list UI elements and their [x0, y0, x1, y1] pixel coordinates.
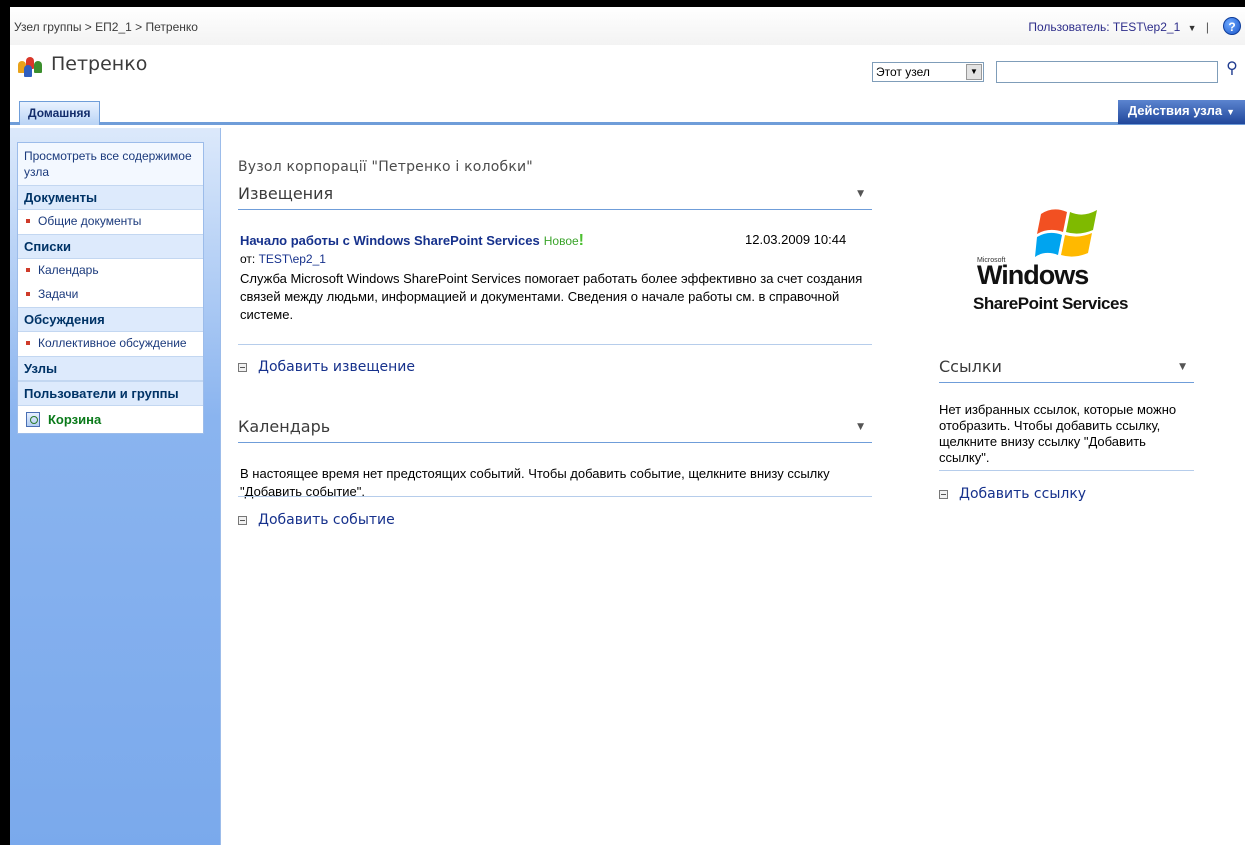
- new-indicator-icon: !: [578, 232, 584, 249]
- announcement-title-link[interactable]: Начало работы с Windows SharePoint Servi…: [240, 233, 540, 248]
- webpart-menu-icon[interactable]: ▼: [857, 422, 864, 432]
- recycle-bin-link[interactable]: Корзина: [18, 406, 203, 433]
- user-label[interactable]: Пользователь: TEST\ep2_1: [1028, 20, 1180, 34]
- quick-launch: Просмотреть все содержимое узла Документ…: [17, 142, 204, 434]
- divider: |: [1205, 20, 1209, 34]
- breadcrumb: Узел группы > ЕП2_1 > Петренко: [14, 20, 198, 34]
- search-scope-select[interactable]: Этот узел ▼: [872, 62, 984, 82]
- add-item-icon: [238, 362, 247, 372]
- windows-wordmark: Windows: [977, 260, 1089, 290]
- recycle-bin-label[interactable]: Корзина: [48, 412, 101, 427]
- site-actions-label[interactable]: Действия узла: [1128, 103, 1222, 118]
- new-badge-label: Новое: [543, 234, 579, 248]
- help-icon[interactable]: ?: [1223, 17, 1241, 35]
- announcements-webpart-header: Извещения ▼: [238, 184, 872, 210]
- author-label: от:: [240, 252, 259, 266]
- webpart-menu-icon[interactable]: ▼: [1179, 362, 1186, 372]
- ql-item-label[interactable]: Календарь: [38, 263, 99, 277]
- divider: [238, 344, 872, 345]
- bullet-icon: [26, 219, 30, 223]
- ql-item-tasks[interactable]: Задачи: [18, 283, 203, 307]
- ql-item-team-discussion[interactable]: Коллективное обсуждение: [18, 332, 203, 356]
- people-icon: [18, 55, 42, 77]
- ql-header-sites[interactable]: Узлы: [18, 356, 203, 381]
- windows-flag-icon: [1035, 209, 1097, 257]
- ql-item-label[interactable]: Коллективное обсуждение: [38, 336, 187, 350]
- announcements-title[interactable]: Извещения: [238, 184, 333, 203]
- bullet-icon: [26, 268, 30, 272]
- breadcrumb-link-ep2-1[interactable]: ЕП2_1: [95, 20, 132, 34]
- ql-header-lists[interactable]: Списки: [18, 234, 203, 259]
- top-bar: Узел группы > ЕП2_1 > Петренко Пользоват…: [10, 7, 1245, 45]
- view-all-site-content-link[interactable]: Просмотреть все содержимое узла: [18, 143, 203, 186]
- bullet-icon: [26, 292, 30, 296]
- left-navigation-pane: Просмотреть все содержимое узла Документ…: [10, 128, 220, 845]
- announcement-author: от: TEST\ep2_1: [240, 252, 326, 266]
- breadcrumb-link-group-site[interactable]: Узел группы: [14, 20, 81, 34]
- site-title[interactable]: Петренко: [51, 53, 147, 75]
- search-icon[interactable]: ⚲: [1221, 59, 1243, 81]
- title-row: Петренко Этот узел ▼ ⚲: [10, 47, 1245, 87]
- new-badge: Новое!: [543, 232, 584, 249]
- breadcrumb-current[interactable]: Петренко: [146, 20, 198, 34]
- calendar-title-bar: Календарь ▼: [238, 417, 872, 443]
- chevron-down-icon[interactable]: ▼: [1226, 107, 1235, 117]
- search-input[interactable]: [996, 61, 1218, 83]
- tab-bar: Домашняя Действия узла ▼: [10, 99, 1245, 125]
- calendar-title[interactable]: Календарь: [238, 417, 330, 436]
- chevron-down-icon[interactable]: ▼: [1188, 23, 1197, 33]
- ql-header-documents[interactable]: Документы: [18, 186, 203, 210]
- windows-sharepoint-services-logo: Microsoft Windows SharePoint Services: [965, 202, 1175, 317]
- links-webpart-header: Ссылки ▼: [939, 357, 1194, 383]
- ql-item-shared-documents[interactable]: Общие документы: [18, 210, 203, 234]
- breadcrumb-separator: >: [131, 20, 146, 34]
- site-description: Вузол корпорації "Петренко і колобки": [238, 159, 533, 175]
- ql-item-label[interactable]: Задачи: [38, 287, 78, 301]
- tab-home[interactable]: Домашняя: [19, 101, 100, 125]
- announcements-title-bar: Извещения ▼: [238, 184, 872, 210]
- site-actions-menu[interactable]: Действия узла ▼: [1117, 100, 1245, 124]
- add-item-icon: [939, 489, 948, 499]
- webpart-menu-icon[interactable]: ▼: [857, 189, 864, 199]
- recycle-bin-icon: [26, 412, 40, 427]
- add-link-label[interactable]: Добавить ссылку: [959, 486, 1086, 502]
- ql-item-calendar[interactable]: Календарь: [18, 259, 203, 283]
- page-frame: Узел группы > ЕП2_1 > Петренко Пользоват…: [0, 0, 1245, 845]
- ql-header-discussions[interactable]: Обсуждения: [18, 307, 203, 332]
- ql-header-people-and-groups[interactable]: Пользователи и группы: [18, 381, 203, 406]
- chevron-down-icon[interactable]: ▼: [966, 64, 982, 80]
- breadcrumb-separator: >: [81, 20, 96, 34]
- add-announcement-label[interactable]: Добавить извещение: [258, 359, 415, 375]
- add-announcement-link[interactable]: Добавить извещение: [238, 359, 415, 375]
- ql-item-label[interactable]: Общие документы: [38, 214, 141, 228]
- add-item-icon: [238, 515, 247, 525]
- announcement-body: Служба Microsoft Windows SharePoint Serv…: [240, 271, 863, 322]
- divider: [238, 496, 872, 497]
- add-event-link[interactable]: Добавить событие: [238, 512, 395, 528]
- announcement-date: 12.03.2009 10:44: [745, 232, 847, 247]
- add-event-label[interactable]: Добавить событие: [258, 512, 395, 528]
- links-empty-message: Нет избранных ссылок, которые можно отоб…: [939, 402, 1177, 465]
- author-link[interactable]: TEST\ep2_1: [259, 252, 326, 266]
- add-link-link[interactable]: Добавить ссылку: [939, 486, 1086, 502]
- sharepoint-services-wordmark: SharePoint Services: [973, 294, 1128, 313]
- bullet-icon: [26, 341, 30, 345]
- user-menu[interactable]: Пользователь: TEST\ep2_1 ▼ |: [1028, 20, 1209, 34]
- announcement-item-title: Начало работы с Windows SharePoint Servi…: [240, 232, 584, 250]
- links-title-bar: Ссылки ▼: [939, 357, 1194, 383]
- search-scope-value: Этот узел: [876, 65, 930, 79]
- divider: [939, 470, 1194, 471]
- links-title[interactable]: Ссылки: [939, 357, 1002, 376]
- calendar-webpart-header: Календарь ▼: [238, 417, 872, 443]
